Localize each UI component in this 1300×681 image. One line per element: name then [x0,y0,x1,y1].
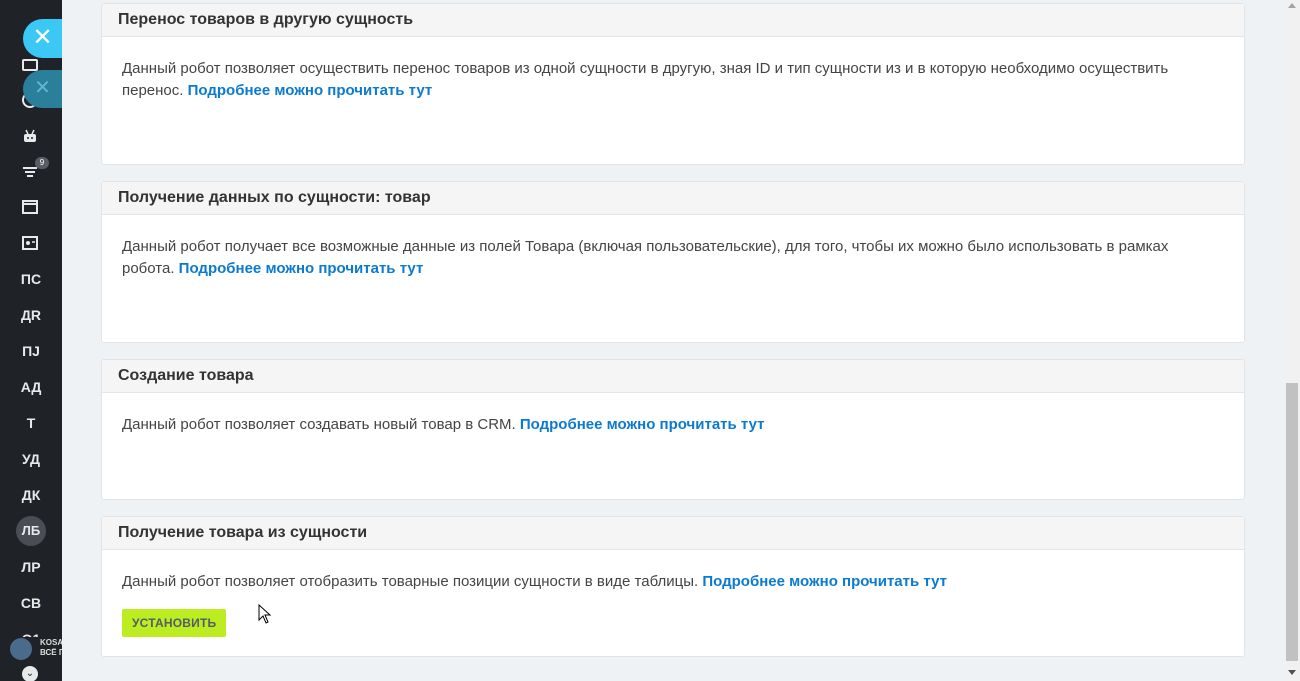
contact-card-icon[interactable] [21,234,39,252]
sidebar-item-lr[interactable]: ЛР [0,557,62,577]
robot-card: Перенос товаров в другую сущность Данный… [101,3,1245,165]
robot-icon[interactable] [21,127,39,145]
robot-card: Получение товара из сущности Данный робо… [101,516,1245,657]
sidebar-item-ps[interactable]: ПС [0,269,62,289]
filter-badge: 9 [35,157,49,169]
mouse-cursor-icon [258,604,272,624]
install-button[interactable]: УСТАНОВИТЬ [122,609,227,637]
chevron-down-icon[interactable]: ⌄ [22,666,38,681]
read-more-link[interactable]: Подробнее можно прочитать тут [179,260,424,277]
scrollbar-thumb[interactable] [1286,383,1298,661]
sidebar-item-dr[interactable]: ДR [0,305,62,325]
scroll-down-arrow-icon[interactable] [1288,670,1296,675]
close-slider-button-secondary[interactable]: ✕ [23,70,62,108]
close-slider-button[interactable]: ✕ [23,19,62,58]
robot-card: Создание товара Данный робот позволяет с… [101,359,1245,500]
sidebar-item-ad[interactable]: АД [0,377,62,397]
scrollbar[interactable] [1284,0,1300,681]
robot-card-body: Данный робот позволяет отобразить товарн… [102,550,1244,637]
kosa-logo-icon [10,638,32,660]
sidebar-item-lb[interactable]: ЛБ [16,516,46,546]
kosa-logo[interactable]: KOSA ВСЁ П [10,636,62,664]
sidebar-item-sv[interactable]: СВ [0,593,62,613]
sidebar-item-dk[interactable]: ДК [0,485,62,505]
sidebar-item-pj[interactable]: ПJ [0,341,62,361]
robot-card-title: Создание товара [102,360,1244,393]
read-more-link[interactable]: Подробнее можно прочитать тут [188,82,433,99]
robot-card-body: Данный робот позволяет осуществить перен… [102,37,1244,102]
window-icon[interactable] [21,198,39,216]
sidebar-item-ud[interactable]: УД [0,449,62,469]
robot-card: Получение данных по сущности: товар Данн… [101,181,1245,343]
robot-card-body: Данный робот позволяет создавать новый т… [102,393,1244,436]
scroll-up-arrow-icon[interactable] [1288,3,1296,8]
robot-card-description: Данный робот позволяет создавать новый т… [122,416,516,433]
robot-card-title: Перенос товаров в другую сущность [102,4,1244,37]
kosa-logo-line1: KOSA [40,638,62,647]
read-more-link[interactable]: Подробнее можно прочитать тут [520,416,765,433]
kosa-logo-line2: ВСЁ П [40,648,62,657]
robot-card-title: Получение товара из сущности [102,517,1244,550]
sidebar-item-t[interactable]: Т [0,413,62,433]
robot-card-title: Получение данных по сущности: товар [102,182,1244,215]
robots-list: Перенос товаров в другую сущность Данный… [62,0,1284,681]
robot-card-description: Данный робот позволяет отобразить товарн… [122,573,699,590]
read-more-link[interactable]: Подробнее можно прочитать тут [702,573,947,590]
robot-card-body: Данный робот получает все возможные данн… [102,215,1244,280]
